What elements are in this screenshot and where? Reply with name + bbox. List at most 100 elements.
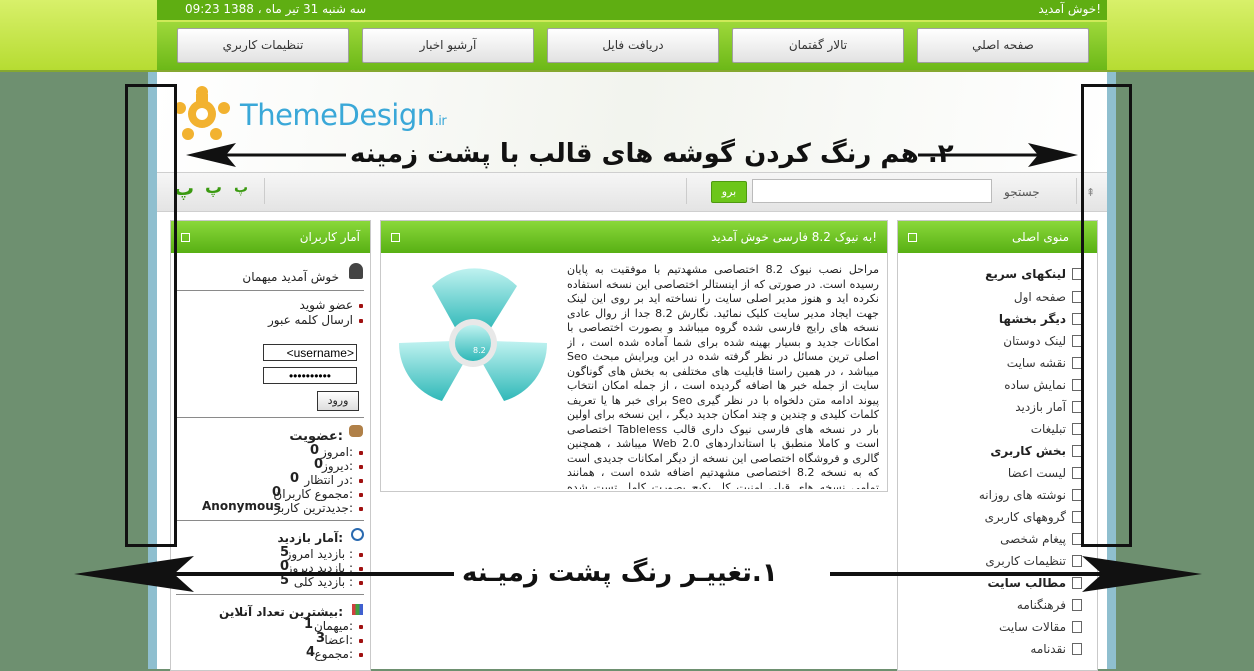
bullet-icon bbox=[359, 625, 363, 629]
menu-item-member-list[interactable]: لیست اعضا bbox=[1008, 466, 1066, 480]
menu-item-simple-view[interactable]: نمایش ساده bbox=[1004, 378, 1066, 392]
user-stats-body: خوش آمدید میهمان عضو شوید ارسال کلمه عبو… bbox=[170, 253, 369, 669]
bullet-icon bbox=[359, 639, 363, 643]
highlight-box-left bbox=[125, 84, 177, 547]
user-stats-header: آمار کاربران bbox=[171, 221, 370, 253]
nav-user-settings-button[interactable]: تنظيمات كاربري bbox=[177, 28, 349, 63]
welcome-guest-text: خوش آمدید میهمان bbox=[242, 270, 339, 284]
welcome-header: به نیوک 8.2 فارسی خوش آمدید! bbox=[381, 221, 887, 253]
stat-total-users-value: 0 bbox=[272, 485, 282, 500]
online-guests-value: 1 bbox=[304, 617, 314, 632]
search-label: جستجو bbox=[1004, 185, 1040, 199]
logo-icon bbox=[174, 86, 230, 140]
username-field[interactable] bbox=[263, 344, 357, 361]
nav-home-button[interactable]: صفحه اصلي bbox=[917, 28, 1089, 63]
nav-downloads-button[interactable]: دريافت فايل bbox=[547, 28, 719, 63]
online-members-label: اعضا: bbox=[324, 633, 353, 647]
bullet-icon bbox=[359, 451, 363, 455]
clock-icon bbox=[351, 528, 364, 541]
menu-item-home[interactable]: صفحه اول bbox=[1014, 290, 1066, 304]
font-size-small-link[interactable]: پ bbox=[234, 180, 248, 196]
welcome-body: مراحل نصب نیوک 8.2 اختصاصی مشهدتیم با مو… bbox=[567, 263, 879, 489]
collapse-icon[interactable] bbox=[908, 233, 917, 242]
highlight-box-right bbox=[1081, 84, 1132, 547]
menu-item-user-section[interactable]: بخش کاربری bbox=[990, 444, 1066, 458]
stat-total-users-label: مجموع کاربران: bbox=[273, 487, 353, 501]
stat-today-label: امروز: bbox=[320, 445, 353, 459]
lost-password-link[interactable]: ارسال کلمه عبور bbox=[268, 313, 353, 327]
menu-item-private-message[interactable]: پیغام شخصی bbox=[1000, 532, 1066, 546]
menu-item-journals[interactable]: نوشته های روزانه bbox=[979, 488, 1066, 502]
menu-item-quick-links[interactable]: لینکهای سریع bbox=[985, 267, 1066, 281]
welcome-title: به نیوک 8.2 فارسی خوش آمدید! bbox=[711, 230, 877, 244]
bullet-icon bbox=[359, 493, 363, 497]
user-stats-title: آمار کاربران bbox=[299, 230, 360, 244]
search-input[interactable] bbox=[752, 179, 992, 203]
stat-yesterday-value: 0 bbox=[314, 457, 324, 472]
main-menu-header: منوی اصلی bbox=[898, 221, 1097, 253]
menu-item-other-sections[interactable]: دیگر بخشها bbox=[999, 312, 1066, 326]
stat-newest-user-value: Anonymous bbox=[202, 499, 281, 513]
stat-today-value: 0 bbox=[310, 443, 320, 458]
membership-title: عضویت: bbox=[289, 429, 343, 444]
bullet-icon bbox=[359, 319, 363, 323]
logo-suffix: .ir bbox=[434, 114, 447, 129]
stat-yesterday-label: دیروز: bbox=[322, 459, 353, 473]
user-icon bbox=[349, 263, 363, 279]
page-icon bbox=[1072, 643, 1082, 655]
annotation-bottom-text: ۱.تغییـر رنگ پشت زمیـنه bbox=[462, 558, 778, 588]
annotation-top-text: ۲. هم رنگ کردن گوشه های قالب با پشت زمین… bbox=[350, 139, 954, 169]
login-button[interactable]: ورود bbox=[317, 391, 359, 411]
password-field[interactable] bbox=[263, 367, 357, 384]
online-total-label: مجموع: bbox=[314, 647, 353, 661]
divider bbox=[176, 417, 364, 418]
divider bbox=[686, 178, 687, 204]
page-icon bbox=[1072, 599, 1082, 611]
stat-pending-label: در انتظار: bbox=[304, 473, 353, 487]
menu-list: لینکهای سریع صفحه اول دیگر بخشها لینک دو… bbox=[897, 258, 1096, 669]
menu-item-reviews[interactable]: نقدنامه bbox=[1030, 642, 1066, 656]
page-icon bbox=[1072, 621, 1082, 633]
collapse-icon[interactable] bbox=[181, 233, 190, 242]
search-go-button[interactable]: برو bbox=[711, 181, 747, 203]
divider bbox=[176, 290, 364, 291]
greeting-text: خوش آمدید! bbox=[1038, 2, 1101, 16]
collapse-icon[interactable] bbox=[391, 233, 400, 242]
nav-news-archive-button[interactable]: آرشيو اخبار bbox=[362, 28, 534, 63]
divider bbox=[264, 178, 265, 204]
divider bbox=[1076, 178, 1077, 204]
main-menu-title: منوی اصلی bbox=[1012, 230, 1069, 244]
register-link[interactable]: عضو شوید bbox=[300, 298, 353, 312]
datetime-text: 09:23 سه شنبه 31 تیر ماه ، 1388 bbox=[185, 2, 367, 16]
bullet-icon bbox=[359, 653, 363, 657]
logo-version: 8.2 bbox=[473, 346, 486, 355]
top-status-bar: خوش آمدید! 09:23 سه شنبه 31 تیر ماه ، 13… bbox=[157, 0, 1107, 20]
visits-title: آمار بازدید: bbox=[277, 531, 343, 545]
nuke-logo-icon bbox=[398, 268, 548, 401]
bullet-icon bbox=[359, 507, 363, 511]
online-members-value: 3 bbox=[316, 631, 326, 646]
bullet-icon bbox=[359, 304, 363, 308]
bullet-icon bbox=[359, 465, 363, 469]
welcome-panel: به نیوک 8.2 فارسی خوش آمدید! 8.2 مراحل ن… bbox=[380, 220, 888, 492]
menu-item-ads[interactable]: تبلیغات bbox=[1031, 422, 1066, 436]
main-nav: صفحه اصلي تالار گفتمان دريافت فايل آرشيو… bbox=[157, 22, 1107, 70]
menu-item-encyclopedia[interactable]: فرهنگنامه bbox=[1017, 598, 1066, 612]
menu-item-sitemap[interactable]: نقشه سایت bbox=[1007, 356, 1066, 370]
nav-forum-button[interactable]: تالار گفتمان bbox=[732, 28, 904, 63]
bullet-icon bbox=[359, 479, 363, 483]
font-size-large-link[interactable]: پ bbox=[174, 176, 194, 200]
menu-item-articles[interactable]: مقالات سایت bbox=[999, 620, 1066, 634]
online-total-value: 4 bbox=[306, 645, 316, 660]
menu-item-user-groups[interactable]: گروههای کاربری bbox=[985, 510, 1066, 524]
font-size-medium-link[interactable]: پ bbox=[205, 178, 222, 198]
stat-newest-user-label: جدیدترین کاربر: bbox=[274, 501, 353, 515]
online-title: بیشترین تعداد آنلاین: bbox=[219, 605, 343, 619]
menu-item-friend-links[interactable]: لینک دوستان bbox=[1003, 334, 1066, 348]
divider bbox=[176, 520, 364, 521]
menu-item-visit-stats[interactable]: آمار بازدید bbox=[1015, 400, 1066, 414]
chart-icon bbox=[352, 604, 363, 615]
logo-text: ThemeDesign.ir bbox=[240, 98, 447, 132]
divider bbox=[176, 594, 364, 595]
members-icon bbox=[349, 425, 363, 437]
